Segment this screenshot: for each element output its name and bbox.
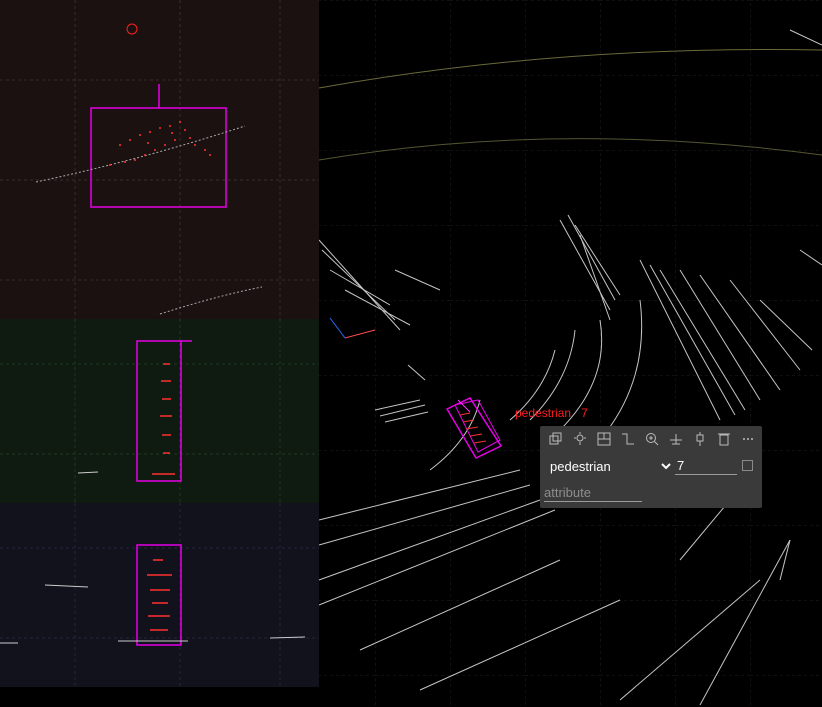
box-label-class: pedestrian xyxy=(515,406,572,420)
front-view-panel[interactable] xyxy=(0,319,319,503)
pin-icon[interactable] xyxy=(688,430,712,448)
fit-box-icon[interactable] xyxy=(592,430,616,448)
selected-box-label: pedestrian 7 xyxy=(515,406,588,420)
zoom-in-icon[interactable] xyxy=(640,430,664,448)
highlight-icon[interactable] xyxy=(568,430,592,448)
rotation-handle-icon[interactable] xyxy=(126,23,138,35)
delete-icon[interactable] xyxy=(712,430,736,448)
top-view-box[interactable] xyxy=(90,107,227,208)
class-select[interactable]: pedestrian xyxy=(544,456,674,476)
front-view-box[interactable] xyxy=(136,340,182,482)
attribute-input[interactable] xyxy=(544,483,642,502)
align-ground-icon[interactable] xyxy=(664,430,688,448)
copy-icon[interactable] xyxy=(544,430,568,448)
toolbar-icon-row xyxy=(544,430,760,448)
box-label-track-id: 7 xyxy=(581,406,588,420)
lock-checkbox[interactable] xyxy=(742,460,753,471)
side-view-panel[interactable] xyxy=(0,503,319,687)
top-view-panel[interactable] xyxy=(0,0,319,319)
box-editor-toolbar: pedestrian xyxy=(540,426,762,508)
more-icon[interactable] xyxy=(736,430,760,448)
path-icon[interactable] xyxy=(616,430,640,448)
track-id-input[interactable] xyxy=(675,456,737,475)
box-label-separator xyxy=(574,406,577,420)
